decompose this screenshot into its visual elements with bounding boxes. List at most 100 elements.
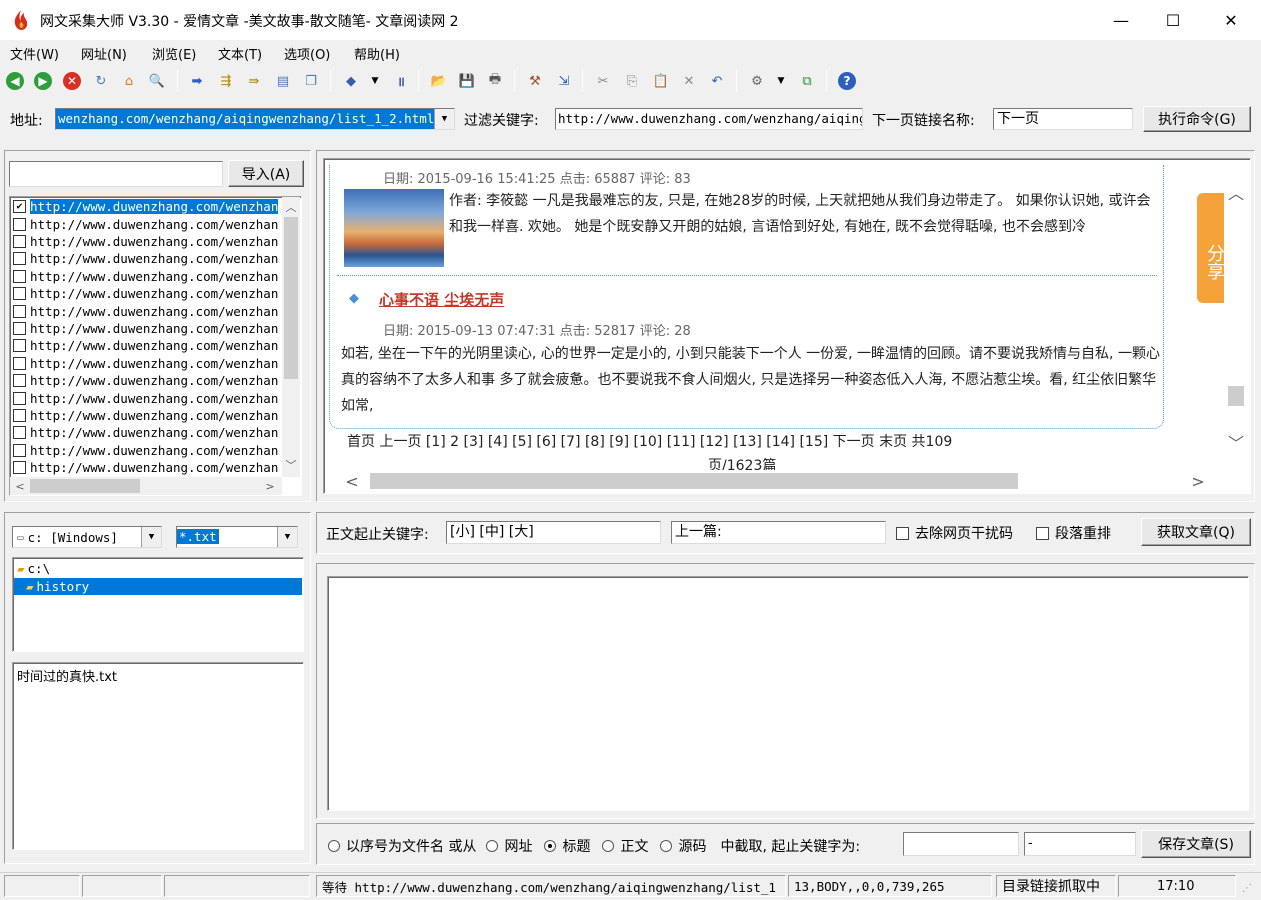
folder-tree[interactable]: ▰ c:\ ▰ history xyxy=(12,557,304,652)
checkbox-box[interactable] xyxy=(1036,526,1049,540)
menu-text[interactable]: 文本(T) xyxy=(218,44,262,63)
address-input[interactable]: wenzhang.com/wenzhang/aiqingwenzhang/lis… xyxy=(56,109,434,129)
file-item[interactable]: 时间过的真快.txt xyxy=(17,666,117,685)
next-link-input[interactable]: 下一页 xyxy=(993,108,1133,130)
start-keyword-input[interactable]: [小] [中] [大] xyxy=(446,521,661,544)
window-icon[interactable]: ⧉ xyxy=(796,70,818,92)
url-list-item[interactable]: http://www.duwenzhang.com/wenzhan xyxy=(13,285,278,302)
go-arrow-icon[interactable]: ➡ xyxy=(186,70,208,92)
url-checkbox[interactable] xyxy=(13,339,26,353)
url-list-item[interactable]: http://www.duwenzhang.com/wenzhan xyxy=(13,337,278,354)
url-checkbox[interactable] xyxy=(13,408,26,422)
filter-input[interactable]: http://www.duwenzhang.com/wenzhang/aiqin… xyxy=(555,108,863,130)
undo-icon[interactable]: ↶ xyxy=(706,70,728,92)
url-checkbox[interactable] xyxy=(13,391,26,405)
url-list-item[interactable]: http://www.duwenzhang.com/wenzhan xyxy=(13,302,278,319)
scroll-up-icon[interactable]: ︿ xyxy=(1224,182,1248,203)
url-list-hscrollbar[interactable]: < > xyxy=(10,477,282,495)
url-list-item[interactable]: http://www.duwenzhang.com/wenzhan xyxy=(13,268,278,285)
copy-icon[interactable]: ⎘ xyxy=(621,70,643,92)
drive-select[interactable]: ▭ c: [Windows] ▼ xyxy=(12,526,162,548)
url-checkbox[interactable] xyxy=(13,234,26,248)
forward-icon[interactable]: ▶ xyxy=(32,70,54,92)
url-list-item[interactable]: http://www.duwenzhang.com/wenzhan xyxy=(13,389,278,406)
paste-icon[interactable]: 📋 xyxy=(650,70,672,92)
radio-sequence[interactable] xyxy=(328,840,340,852)
close-button[interactable]: ✕ xyxy=(1206,0,1256,40)
scroll-left-icon[interactable]: < xyxy=(342,471,362,491)
url-checkbox[interactable] xyxy=(13,321,26,335)
scroll-left-icon[interactable]: < xyxy=(12,478,28,494)
url-list-item[interactable]: http://www.duwenzhang.com/wenzhan xyxy=(13,424,278,441)
pagination[interactable]: 首页 上一页 [1] 2 [3] [4] [5] [6] [7] [8] [9]… xyxy=(347,431,952,451)
search-icon[interactable]: 🔍 xyxy=(146,70,168,92)
scroll-down-icon[interactable]: ﹀ xyxy=(282,457,300,473)
execute-button[interactable]: 执行命令(G) xyxy=(1143,106,1251,132)
dropdown-arrow-icon[interactable]: ▼ xyxy=(434,109,454,129)
article1-thumbnail[interactable] xyxy=(344,189,444,267)
get-article-button[interactable]: 获取文章(Q) xyxy=(1141,518,1251,546)
article-textarea[interactable] xyxy=(327,576,1249,811)
radio-url[interactable] xyxy=(486,840,499,852)
url-list-item[interactable]: http://www.duwenzhang.com/wenzhan xyxy=(13,250,278,267)
radio-title[interactable] xyxy=(544,840,557,852)
file-list[interactable]: 时间过的真快.txt xyxy=(12,662,304,850)
menu-help[interactable]: 帮助(H) xyxy=(354,44,400,63)
url-list-item[interactable]: ✔ http://www.duwenzhang.com/wenzhan xyxy=(13,198,279,215)
save-article-button[interactable]: 保存文章(S) xyxy=(1141,830,1251,858)
web-hscroll-thumb[interactable] xyxy=(370,473,1018,489)
radio-source[interactable] xyxy=(660,840,673,852)
export-icon[interactable]: ⇲ xyxy=(553,70,575,92)
dropdown-arrow-icon[interactable]: ▼ xyxy=(141,527,161,547)
url-list-item[interactable]: http://www.duwenzhang.com/wenzhan xyxy=(13,442,278,459)
url-list-item[interactable]: http://www.duwenzhang.com/wenzhan xyxy=(13,372,278,389)
import-button[interactable]: 导入(A) xyxy=(228,160,304,187)
address-combobox[interactable]: wenzhang.com/wenzhang/aiqingwenzhang/lis… xyxy=(55,108,455,130)
back-icon[interactable]: ◀ xyxy=(4,70,26,92)
copy-page-icon[interactable]: ▤ xyxy=(272,70,294,92)
scroll-down-icon[interactable]: ﹀ xyxy=(1224,432,1248,453)
pages-icon[interactable]: ❐ xyxy=(300,70,322,92)
maximize-button[interactable]: ☐ xyxy=(1148,0,1198,40)
stop-icon[interactable]: ✕ xyxy=(61,70,83,92)
resize-grip-icon[interactable]: ⋰ xyxy=(1242,882,1256,896)
radio-body[interactable] xyxy=(602,840,615,852)
article2-title-link[interactable]: 心事不语 尘埃无声 xyxy=(379,289,504,310)
dropdown-arrow-icon[interactable]: ▼ xyxy=(277,527,297,547)
url-checkbox[interactable] xyxy=(13,304,26,318)
share-tab[interactable]: 分享 xyxy=(1197,193,1224,303)
url-checkbox[interactable] xyxy=(13,269,26,283)
settings-icon[interactable]: ⚙ xyxy=(746,70,768,92)
scroll-up-icon[interactable]: ︿ xyxy=(282,199,300,215)
pause-icon[interactable]: ॥ xyxy=(390,70,412,92)
menu-file[interactable]: 文件(W) xyxy=(10,44,59,63)
url-list-hscroll-thumb[interactable] xyxy=(30,479,140,493)
url-checkbox[interactable] xyxy=(13,374,26,388)
url-checkbox[interactable] xyxy=(13,287,26,301)
web-vscroll-thumb[interactable] xyxy=(1228,386,1244,406)
dropdown-arrow-icon[interactable]: ▼ xyxy=(770,70,792,92)
url-list[interactable]: ✔ http://www.duwenzhang.com/wenzhan http:/… xyxy=(9,196,302,496)
reorder-checkbox[interactable]: 段落重排 xyxy=(1036,523,1111,543)
menu-options[interactable]: 选项(O) xyxy=(284,44,330,63)
url-list-item[interactable]: http://www.duwenzhang.com/wenzhan xyxy=(13,320,278,337)
refresh-icon[interactable]: ↻ xyxy=(90,70,112,92)
url-checkbox[interactable]: ✔ xyxy=(13,200,26,214)
filter-select[interactable]: *.txt ▼ xyxy=(176,526,298,548)
url-checkbox[interactable] xyxy=(13,252,26,266)
url-checkbox[interactable] xyxy=(13,443,26,457)
url-list-vscroll-thumb[interactable] xyxy=(284,217,298,379)
print-icon[interactable]: 🖶 xyxy=(484,70,506,92)
cut-icon[interactable]: ✂ xyxy=(592,70,614,92)
url-list-item[interactable]: http://www.duwenzhang.com/wenzhan xyxy=(13,355,278,372)
save-start-keyword-input[interactable] xyxy=(903,832,1019,856)
url-checkbox[interactable] xyxy=(13,217,26,231)
menu-url[interactable]: 网址(N) xyxy=(81,44,127,63)
web-hscrollbar[interactable]: < > xyxy=(338,470,1224,492)
delete-icon[interactable]: ✕ xyxy=(678,70,700,92)
save-icon[interactable]: 💾 xyxy=(456,70,478,92)
tree-node-history[interactable]: ▰ history xyxy=(14,578,302,595)
menu-browse[interactable]: 浏览(E) xyxy=(152,44,196,63)
collect-icon[interactable]: ⇶ xyxy=(215,70,237,92)
end-keyword-input[interactable]: 上一篇: xyxy=(671,521,886,544)
